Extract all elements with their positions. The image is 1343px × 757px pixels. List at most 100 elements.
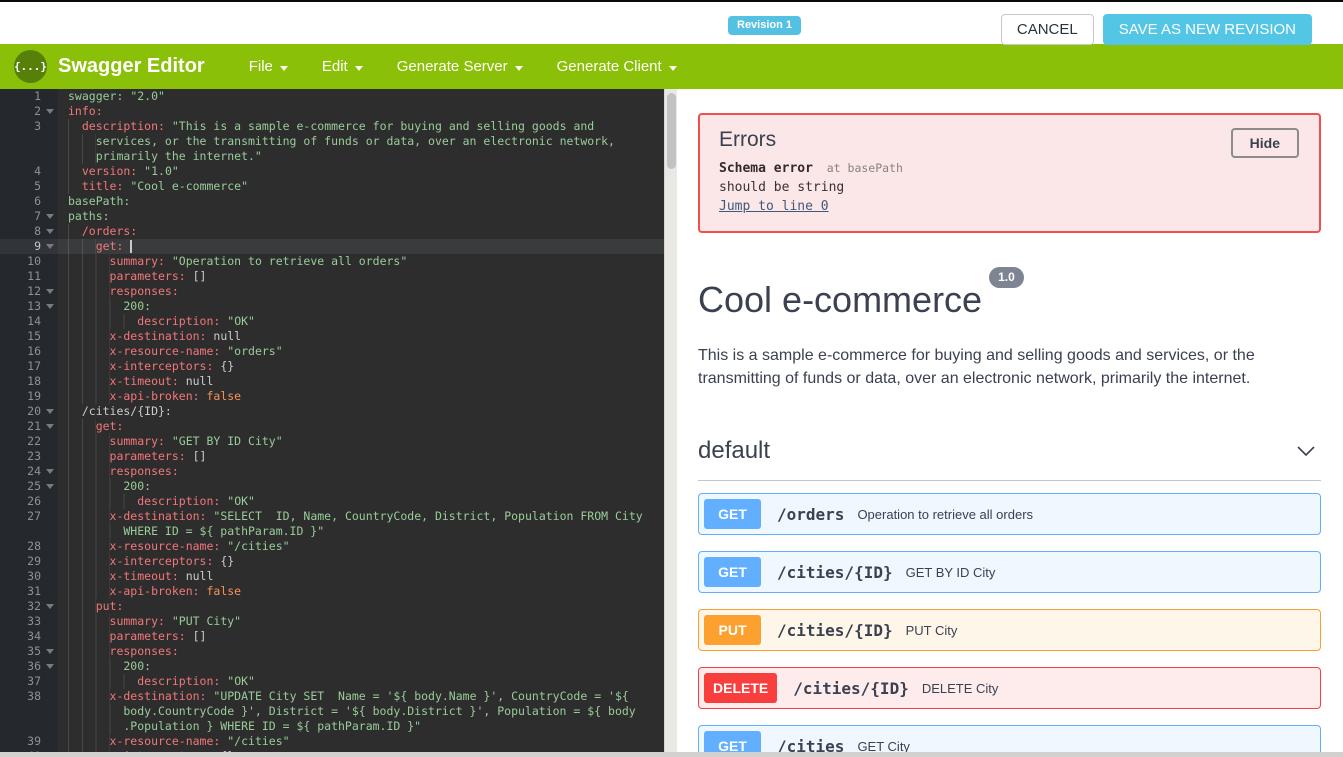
editor-line[interactable]: 17x-interceptors: {} xyxy=(0,359,664,374)
editor-line[interactable]: 2info: xyxy=(0,104,664,119)
fold-arrow-icon[interactable] xyxy=(46,424,54,429)
editor-line[interactable]: 19x-api-broken: false xyxy=(0,389,664,404)
editor-line[interactable]: .Population } WHERE ID = ${ pathParam.ID… xyxy=(0,719,664,734)
editor-line[interactable]: 39x-resource-name: "/cities" xyxy=(0,734,664,749)
editor-line[interactable]: 35responses: xyxy=(0,644,664,659)
editor-line[interactable]: 7paths: xyxy=(0,209,664,224)
editor-line[interactable]: 13200: xyxy=(0,299,664,314)
editor-line[interactable]: primarily the internet." xyxy=(0,149,664,164)
fold-arrow-icon[interactable] xyxy=(46,109,54,114)
editor-scrollbar[interactable] xyxy=(664,89,677,757)
revision-toolbar: Revision 1 CANCEL SAVE AS NEW REVISION xyxy=(0,2,1343,44)
code-text: title: "Cool e-commerce" xyxy=(58,179,248,194)
menu-item-generate-client[interactable]: Generate Client xyxy=(557,58,677,75)
line-number: 1 xyxy=(0,89,58,104)
menu-item-generate-server[interactable]: Generate Server xyxy=(397,58,523,75)
editor-line[interactable]: 21get: xyxy=(0,419,664,434)
operation-row[interactable]: PUT/cities/{ID}PUT City xyxy=(698,609,1321,651)
editor-line[interactable]: 20/cities/{ID}: xyxy=(0,404,664,419)
chevron-down-icon[interactable] xyxy=(1297,446,1315,456)
editor-line[interactable]: 33summary: "PUT City" xyxy=(0,614,664,629)
caret-down-icon xyxy=(669,66,677,71)
fold-arrow-icon[interactable] xyxy=(46,229,54,234)
line-number: 21 xyxy=(0,419,58,434)
operation-row[interactable]: GET/ordersOperation to retrieve all orde… xyxy=(698,493,1321,535)
fold-arrow-icon[interactable] xyxy=(46,649,54,654)
fold-arrow-icon[interactable] xyxy=(46,484,54,489)
line-number: 38 xyxy=(0,689,58,704)
hide-errors-button[interactable]: Hide xyxy=(1231,128,1299,158)
editor-line[interactable]: 4version: "1.0" xyxy=(0,164,664,179)
editor-line[interactable]: 27x-destination: "SELECT ID, Name, Count… xyxy=(0,509,664,524)
editor-line[interactable]: 23parameters: [] xyxy=(0,449,664,464)
operation-row[interactable]: GET/cities/{ID}GET BY ID City xyxy=(698,551,1321,593)
editor-line[interactable]: 1swagger: "2.0" xyxy=(0,89,664,104)
code-text: parameters: [] xyxy=(58,449,206,464)
save-as-new-revision-button[interactable]: SAVE AS NEW REVISION xyxy=(1103,14,1312,45)
line-number: 27 xyxy=(0,509,58,524)
editor-scrollbar-thumb[interactable] xyxy=(667,93,676,169)
code-text: summary: "GET BY ID City" xyxy=(58,434,283,449)
operation-row[interactable]: DELETE/cities/{ID}DELETE City xyxy=(698,667,1321,709)
fold-arrow-icon[interactable] xyxy=(46,244,54,249)
editor-line[interactable]: 32put: xyxy=(0,599,664,614)
fold-arrow-icon[interactable] xyxy=(46,664,54,669)
jump-to-line-link[interactable]: Jump to line 0 xyxy=(719,197,829,216)
fold-arrow-icon[interactable] xyxy=(46,214,54,219)
editor-line[interactable]: 31x-api-broken: false xyxy=(0,584,664,599)
fold-arrow-icon[interactable] xyxy=(46,289,54,294)
editor-line[interactable]: services, or the transmitting of funds o… xyxy=(0,134,664,149)
api-title-text: Cool e-commerce xyxy=(698,279,982,320)
indent-guides xyxy=(68,149,96,164)
editor-line[interactable]: 15x-destination: null xyxy=(0,329,664,344)
editor-line[interactable]: 14description: "OK" xyxy=(0,314,664,329)
editor-line[interactable]: 36200: xyxy=(0,659,664,674)
editor-line[interactable]: 6basePath: xyxy=(0,194,664,209)
editor-line[interactable]: 8/orders: xyxy=(0,224,664,239)
editor-line[interactable]: 38x-destination: "UPDATE City SET Name =… xyxy=(0,689,664,704)
horizontal-scrollbar[interactable] xyxy=(0,752,1343,757)
menu-item-file[interactable]: File xyxy=(249,58,288,75)
fold-arrow-icon[interactable] xyxy=(46,304,54,309)
editor-line[interactable]: 24responses: xyxy=(0,464,664,479)
operation-summary: DELETE City xyxy=(922,681,999,696)
menu-item-edit[interactable]: Edit xyxy=(322,58,363,75)
indent-guides xyxy=(68,344,110,359)
editor-line[interactable]: 9get: xyxy=(0,239,664,254)
editor-line[interactable]: 22summary: "GET BY ID City" xyxy=(0,434,664,449)
editor-line[interactable]: 25200: xyxy=(0,479,664,494)
fold-arrow-icon[interactable] xyxy=(46,469,54,474)
code-text: WHERE ID = ${ pathParam.ID }" xyxy=(58,524,324,539)
editor-line[interactable]: 11parameters: [] xyxy=(0,269,664,284)
method-badge: GET xyxy=(704,499,761,529)
editor-line[interactable]: 10summary: "Operation to retrieve all or… xyxy=(0,254,664,269)
operation-summary: PUT City xyxy=(906,623,958,638)
code-text: put: xyxy=(58,599,123,614)
code-text: responses: xyxy=(58,644,179,659)
editor-line[interactable]: WHERE ID = ${ pathParam.ID }" xyxy=(0,524,664,539)
tag-section-header[interactable]: default xyxy=(698,437,1321,481)
editor-line[interactable]: 18x-timeout: null xyxy=(0,374,664,389)
editor-line[interactable]: 28x-resource-name: "/cities" xyxy=(0,539,664,554)
code-text: summary: "PUT City" xyxy=(58,614,241,629)
operation-path: /cities/{ID} xyxy=(777,563,893,582)
editor-line[interactable]: 12responses: xyxy=(0,284,664,299)
fold-arrow-icon[interactable] xyxy=(46,604,54,609)
editor-line[interactable]: 3description: "This is a sample e-commer… xyxy=(0,119,664,134)
code-text: swagger: "2.0" xyxy=(58,89,165,104)
editor-line[interactable]: body.CountryCode }', District = '${ body… xyxy=(0,704,664,719)
editor-line[interactable]: 26description: "OK" xyxy=(0,494,664,509)
fold-arrow-icon[interactable] xyxy=(46,409,54,414)
line-number: 30 xyxy=(0,569,58,584)
indent-guides xyxy=(68,539,110,554)
editor-line[interactable]: 37description: "OK" xyxy=(0,674,664,689)
editor-line[interactable]: 16x-resource-name: "orders" xyxy=(0,344,664,359)
line-number: 18 xyxy=(0,374,58,389)
editor-line[interactable]: 29x-interceptors: {} xyxy=(0,554,664,569)
cancel-button[interactable]: CANCEL xyxy=(1001,14,1094,45)
editor-line[interactable]: 34parameters: [] xyxy=(0,629,664,644)
editor-line[interactable]: 30x-timeout: null xyxy=(0,569,664,584)
indent-guides xyxy=(68,584,110,599)
editor-line[interactable]: 5title: "Cool e-commerce" xyxy=(0,179,664,194)
yaml-code-editor[interactable]: 1swagger: "2.0"2info:3description: "This… xyxy=(0,89,677,757)
